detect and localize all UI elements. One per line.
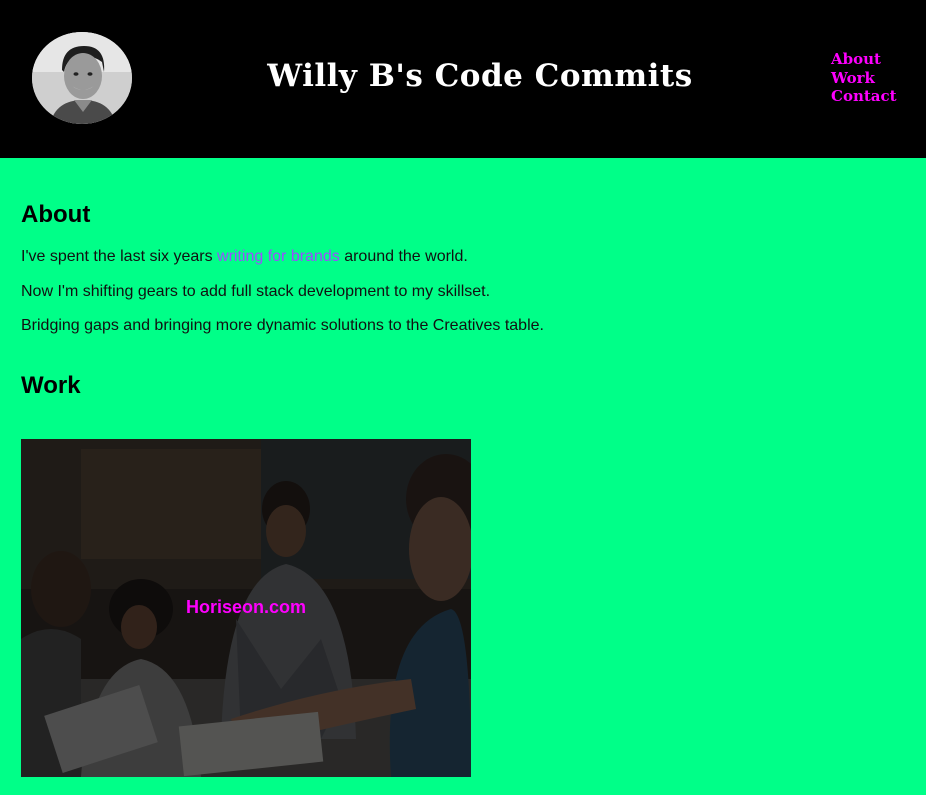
- nav-link-work[interactable]: Work: [831, 69, 897, 88]
- site-header: Willy B's Code Commits About Work Contac…: [0, 0, 926, 158]
- about-paragraph-3: Bridging gaps and bringing more dynamic …: [21, 317, 544, 334]
- work-card-horiseon[interactable]: Horiseon.com: [21, 439, 471, 777]
- about-line1-start: I've spent the last six years: [21, 248, 218, 265]
- nav-link-contact[interactable]: Contact: [831, 87, 897, 106]
- nav-link-about[interactable]: About: [831, 50, 897, 69]
- about-paragraph-1: I've spent the last six years writing fo…: [21, 248, 468, 266]
- writing-for-brands-link[interactable]: writing for brands: [217, 248, 340, 265]
- about-heading: About: [21, 201, 91, 228]
- about-line1-end: around the world.: [339, 248, 468, 265]
- site-title: Willy B's Code Commits: [267, 58, 693, 94]
- work-heading: Work: [21, 372, 81, 399]
- about-paragraph-2: Now I'm shifting gears to add full stack…: [21, 283, 491, 300]
- main-nav: About Work Contact: [831, 50, 897, 106]
- profile-photo-icon: [32, 32, 132, 124]
- work-card-label[interactable]: Horiseon.com: [21, 597, 471, 618]
- avatar: [32, 32, 132, 124]
